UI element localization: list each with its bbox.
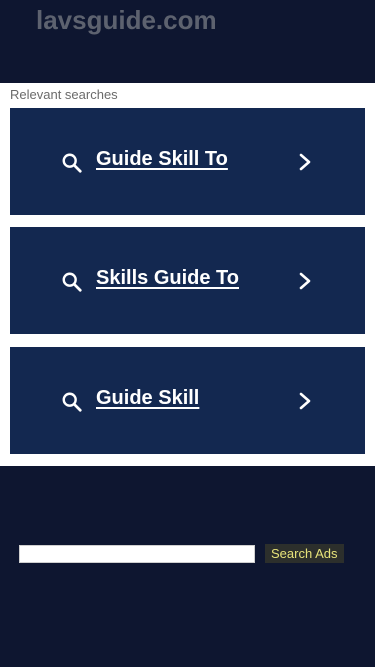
chevron-right-icon [299, 153, 311, 171]
search-ads-button[interactable]: Search Ads [265, 544, 344, 563]
result-link-1[interactable]: Guide Skill To [10, 108, 365, 215]
search-icon [62, 153, 82, 173]
result-link-3[interactable]: Guide Skill [10, 347, 365, 454]
related-searches-panel: Relevant searches Guide Skill To Skills … [0, 83, 375, 466]
result-label[interactable]: Guide Skill [96, 387, 199, 410]
search-icon [62, 392, 82, 412]
search-input[interactable] [19, 545, 255, 563]
site-title[interactable]: lavsguide.com [36, 5, 217, 36]
result-label[interactable]: Skills Guide To [96, 267, 239, 290]
search-form: Search Ads [19, 544, 359, 564]
search-icon [62, 272, 82, 292]
section-label: Relevant searches [10, 87, 118, 102]
chevron-right-icon [299, 272, 311, 290]
chevron-right-icon [299, 392, 311, 410]
result-link-2[interactable]: Skills Guide To [10, 227, 365, 334]
result-label[interactable]: Guide Skill To [96, 148, 228, 171]
